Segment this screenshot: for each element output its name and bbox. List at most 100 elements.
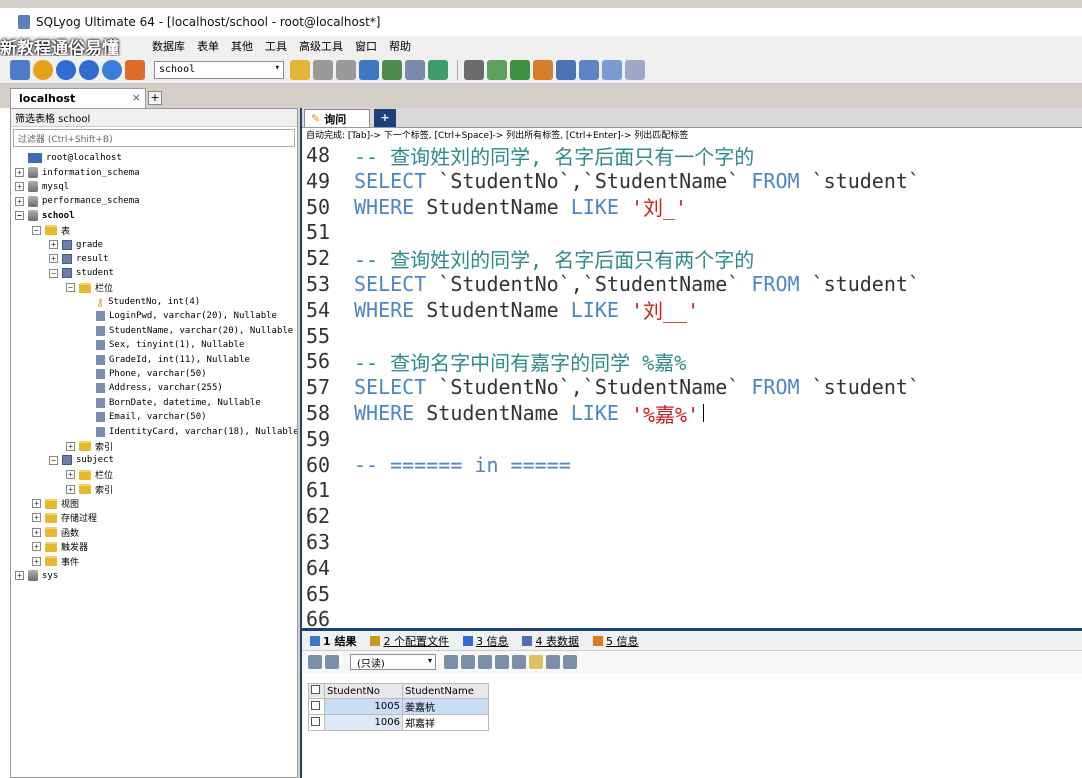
tree-node[interactable]: − 栏位 (11, 281, 297, 295)
tree-node[interactable]: + sys (11, 568, 297, 582)
tree-node[interactable]: Phone, varchar(50) (11, 367, 297, 381)
data-sync-icon[interactable] (382, 59, 402, 80)
results-grid[interactable]: StudentNo StudentName 1005 姜嘉杭 1006 郑嘉祥 (308, 683, 489, 731)
results-tab[interactable]: 5 信息 (592, 633, 638, 649)
tree-node[interactable]: + 存储过程 (11, 511, 297, 525)
tree-node[interactable]: + 栏位 (11, 468, 297, 482)
grid-column-header[interactable]: StudentName (402, 683, 489, 699)
duplicate-row-icon[interactable] (461, 655, 475, 669)
tree-node[interactable]: + grade (11, 237, 297, 251)
query-builder-icon[interactable] (487, 59, 507, 80)
schema-designer-icon[interactable] (510, 59, 530, 80)
expand-icon[interactable]: + (49, 254, 58, 264)
database-select[interactable]: school ▾ (154, 60, 284, 79)
tree-node[interactable]: LoginPwd, varchar(20), Nullable (11, 309, 297, 323)
expand-icon[interactable]: + (32, 542, 41, 552)
execute-query-icon[interactable] (56, 59, 76, 80)
tree-node[interactable]: + result (11, 252, 297, 266)
grid-view-icon[interactable] (529, 655, 543, 669)
expand-icon[interactable]: + (32, 499, 41, 509)
menu-advanced-tools[interactable]: 高级工具 (299, 38, 343, 54)
tree-node[interactable]: + 触发器 (11, 540, 297, 554)
tree-node[interactable]: + 视图 (11, 496, 297, 510)
stop-query-icon[interactable] (102, 59, 122, 80)
row-checkbox-cell[interactable] (308, 714, 325, 731)
tree-node[interactable]: − 表 (11, 223, 297, 237)
new-connection-icon[interactable] (10, 59, 30, 80)
select-all-checkbox-cell[interactable] (308, 683, 325, 699)
scheduler-icon[interactable] (556, 59, 576, 80)
select-all-checkbox[interactable] (311, 685, 320, 694)
expand-icon[interactable]: + (32, 513, 41, 523)
tree-node[interactable]: + 索引 (11, 482, 297, 496)
table-row[interactable]: 1005 姜嘉杭 (308, 698, 489, 715)
tree-node[interactable]: GradeId, int(11), Nullable (11, 352, 297, 366)
tree-node[interactable]: ⚷ StudentNo, int(4) (11, 295, 297, 309)
cell-studentname[interactable]: 姜嘉杭 (402, 698, 489, 715)
tree-node[interactable]: + information_schema (11, 165, 297, 179)
menu-window[interactable]: 窗口 (355, 38, 377, 54)
expand-icon[interactable]: + (15, 571, 24, 581)
tree-node[interactable]: root@localhost (11, 151, 297, 165)
execute-all-icon[interactable] (79, 59, 99, 80)
expand-icon[interactable]: + (15, 182, 24, 192)
collapse-icon[interactable]: − (49, 455, 58, 465)
expand-icon[interactable]: + (49, 240, 58, 250)
grid-mode-icon[interactable] (308, 655, 322, 669)
tree-node[interactable]: − student (11, 266, 297, 280)
connect-icon[interactable] (33, 59, 53, 80)
tree-node[interactable]: + 索引 (11, 439, 297, 453)
results-tab[interactable]: 2 个配置文件 (370, 633, 449, 649)
tree-node[interactable]: IdentityCard, varchar(18), Nullable (11, 424, 297, 438)
menu-tools[interactable]: 工具 (265, 38, 287, 54)
expand-icon[interactable]: + (66, 441, 75, 451)
user-manager-icon[interactable] (464, 59, 484, 80)
menu-database[interactable]: 数据库 (152, 38, 185, 54)
tree-node[interactable]: + mysql (11, 180, 297, 194)
copy-icon[interactable] (444, 655, 458, 669)
query-tab[interactable]: ✎ 询问 (304, 109, 370, 127)
export-results-icon[interactable] (325, 655, 339, 669)
expand-icon[interactable]: + (15, 168, 24, 178)
tree-node[interactable]: − school (11, 209, 297, 223)
save-icon[interactable] (478, 655, 492, 669)
close-icon[interactable]: × (132, 91, 141, 104)
schema-sync-icon[interactable] (359, 59, 379, 80)
results-tab[interactable]: 3 信息 (462, 633, 508, 649)
expand-icon[interactable]: + (66, 484, 75, 494)
lightning-icon[interactable] (290, 59, 310, 80)
collapse-icon[interactable]: − (66, 283, 75, 293)
tree-node[interactable]: Email, varchar(50) (11, 410, 297, 424)
connection-tab-localhost[interactable]: localhost × (10, 88, 146, 108)
expand-icon[interactable]: + (15, 196, 24, 206)
expand-icon[interactable]: + (32, 527, 41, 537)
form-view-icon[interactable] (546, 655, 560, 669)
notifications-icon[interactable] (579, 59, 599, 80)
row-checkbox[interactable] (311, 716, 320, 726)
collapse-icon[interactable]: − (49, 268, 58, 278)
menu-help[interactable]: 帮助 (389, 38, 411, 54)
refresh-icon[interactable] (125, 59, 145, 80)
cell-studentno[interactable]: 1005 (324, 698, 403, 715)
delete-icon[interactable] (495, 655, 509, 669)
add-query-tab-button[interactable]: + (374, 109, 396, 127)
add-connection-tab-button[interactable]: + (148, 91, 162, 105)
restore-icon[interactable] (336, 59, 356, 80)
tree-node[interactable]: Sex, tinyint(1), Nullable (11, 338, 297, 352)
grid-column-header[interactable]: StudentNo (324, 683, 403, 699)
cell-studentname[interactable]: 郑嘉祥 (402, 714, 489, 731)
profiler-icon[interactable] (533, 59, 553, 80)
tree-node[interactable]: + 函数 (11, 525, 297, 539)
results-tab[interactable]: 1 结果 (310, 633, 356, 649)
refresh-results-icon[interactable] (512, 655, 526, 669)
results-tab[interactable]: 4 表数据 (522, 633, 579, 649)
tree-node[interactable]: + performance_schema (11, 194, 297, 208)
collapse-icon[interactable]: − (15, 211, 24, 221)
backup-icon[interactable] (313, 59, 333, 80)
menu-table[interactable]: 表单 (197, 38, 219, 54)
tree-node[interactable]: Address, varchar(255) (11, 381, 297, 395)
export-icon[interactable] (428, 59, 448, 80)
row-checkbox[interactable] (311, 700, 320, 710)
filter-input[interactable]: 过滤器 (Ctrl+Shift+B) (13, 129, 295, 147)
tree-node[interactable]: BornDate, datetime, Nullable (11, 396, 297, 410)
